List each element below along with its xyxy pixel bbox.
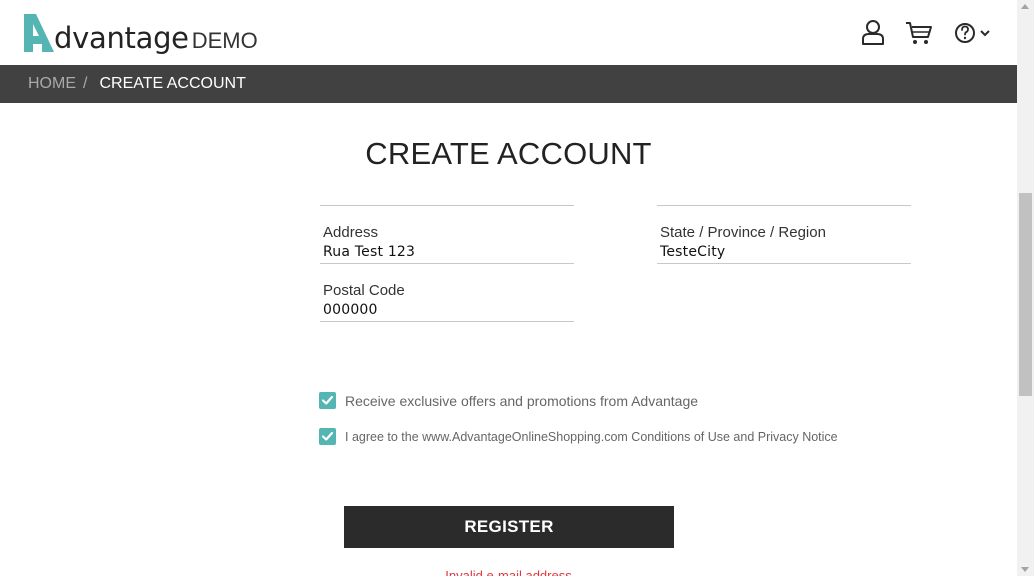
agree-checkbox-label: I agree to the www.AdvantageOnlineShoppi… <box>345 429 838 444</box>
breadcrumb-current: CREATE ACCOUNT <box>99 75 246 92</box>
scroll-up-arrow-icon[interactable] <box>1021 4 1029 9</box>
postal-code-field[interactable]: Postal Code 000000 <box>320 264 574 322</box>
breadcrumb: HOME / CREATE ACCOUNT <box>0 65 1017 103</box>
scrollbar[interactable] <box>1017 0 1034 576</box>
checkmark-icon <box>321 395 334 405</box>
logo-demo-text: DEMO <box>191 28 258 53</box>
scroll-down-arrow-icon[interactable] <box>1021 567 1029 572</box>
state-field[interactable]: State / Province / Region TesteCity <box>657 206 911 264</box>
address-field[interactable]: Address Rua Test 123 <box>320 206 574 264</box>
agree-checkbox-row: I agree to the www.AdvantageOnlineShoppi… <box>319 428 838 445</box>
page-title: CREATE ACCOUNT <box>365 136 652 171</box>
postal-code-label: Postal Code <box>323 282 405 299</box>
checkmark-icon <box>321 431 334 441</box>
postal-code-input[interactable]: 000000 <box>323 302 378 318</box>
help-icon[interactable] <box>952 18 994 48</box>
error-message: Invalid e-mail address <box>445 568 572 576</box>
offers-checkbox[interactable] <box>319 392 336 409</box>
logo-text: dvantage <box>54 21 189 55</box>
breadcrumb-separator: / <box>83 75 88 92</box>
logo[interactable]: dvantage DEMO <box>22 10 258 54</box>
state-label: State / Province / Region <box>660 224 826 241</box>
agree-checkbox[interactable] <box>319 428 336 445</box>
offers-checkbox-row: Receive exclusive offers and promotions … <box>319 392 698 409</box>
state-input[interactable]: TesteCity <box>660 244 725 260</box>
scrollbar-thumb[interactable] <box>1019 193 1032 396</box>
chevron-down-icon <box>980 30 990 37</box>
header: dvantage DEMO <box>0 0 1017 65</box>
offers-checkbox-label: Receive exclusive offers and promotions … <box>345 392 699 409</box>
address-label: Address <box>323 224 379 241</box>
address-input[interactable]: Rua Test 123 <box>323 244 415 260</box>
logo-mark-icon <box>24 14 54 52</box>
cart-icon[interactable] <box>904 18 934 48</box>
breadcrumb-home-link[interactable]: HOME <box>28 75 76 93</box>
user-icon[interactable] <box>858 18 888 48</box>
register-button[interactable]: REGISTER <box>344 506 674 548</box>
